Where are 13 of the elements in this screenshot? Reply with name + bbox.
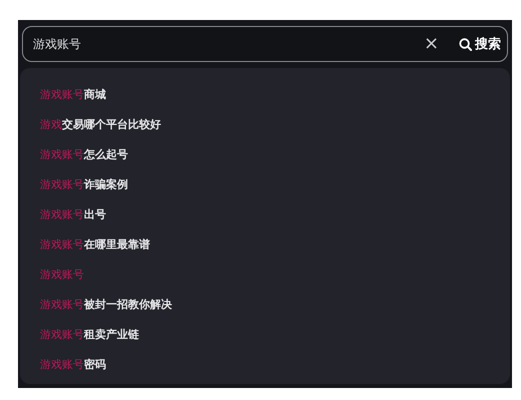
suggestion-item[interactable]: 游戏交易哪个平台比较好 (20, 110, 161, 140)
suggestion-item[interactable]: 游戏账号诈骗案例 (20, 170, 128, 200)
suggestion-item[interactable]: 游戏账号租卖产业链 (20, 320, 139, 350)
suggestion-item[interactable]: 游戏账号出号 (20, 200, 106, 230)
suggestion-item[interactable]: 游戏账号商城 (20, 80, 106, 110)
suggestion-item[interactable]: 游戏账号密码 (20, 350, 106, 380)
suggestion-item[interactable]: 游戏账号被封一招教你解决 (20, 290, 172, 320)
search-button[interactable]: 搜索 (459, 35, 501, 53)
search-field[interactable]: 游戏账号 × 搜索 (22, 26, 508, 62)
suggestion-item[interactable]: 游戏账号怎么起号 (20, 140, 128, 170)
suggestion-item[interactable]: 游戏账号在哪里最靠谱 (20, 230, 150, 260)
search-icon (459, 38, 472, 50)
clear-button[interactable]: × (424, 35, 439, 53)
